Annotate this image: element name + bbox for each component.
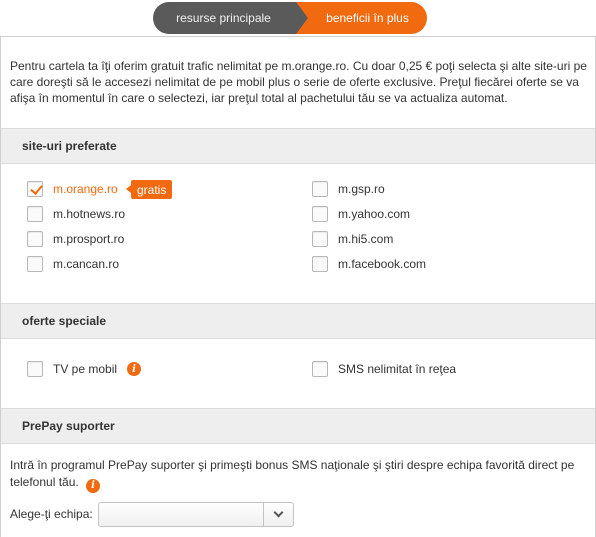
team-select[interactable] [98, 502, 294, 527]
tab-bar: resurse principale beneficii în plus [153, 2, 427, 34]
intro-paragraph: Pentru cartela ta îţi oferim gratuit tra… [10, 59, 587, 105]
checkbox[interactable] [312, 361, 328, 377]
section-preferred-sites-title: site-uri preferate [22, 139, 117, 153]
site-option-orange[interactable]: m.orange.ro [27, 180, 118, 198]
tab-extra-benefits[interactable]: beneficii în plus [296, 2, 427, 34]
offer-option-sms[interactable]: SMS nelimitat în reţea [312, 360, 456, 378]
site-option-prosport[interactable]: m.prosport.ro [27, 230, 124, 248]
site-option-hotnews[interactable]: m.hotnews.ro [27, 205, 125, 223]
checkbox[interactable] [312, 181, 328, 197]
offer-option-tv[interactable]: TV pe mobil i [27, 360, 142, 378]
site-option-facebook[interactable]: m.facebook.com [312, 255, 426, 273]
site-option-cancan[interactable]: m.cancan.ro [27, 255, 119, 273]
site-label: m.prosport.ro [53, 232, 125, 246]
checkbox[interactable] [312, 231, 328, 247]
section-prepay-supporter-title: PrePay suporter [22, 419, 115, 433]
site-label: m.yahoo.com [338, 207, 411, 221]
select-dropdown-button[interactable] [263, 503, 293, 526]
info-icon[interactable]: i [127, 362, 142, 376]
site-option-hi5[interactable]: m.hi5.com [312, 230, 393, 248]
site-label: m.facebook.com [338, 257, 427, 271]
team-select-label: Alege-ţi echipa: [10, 507, 93, 521]
site-option-yahoo[interactable]: m.yahoo.com [312, 205, 410, 223]
site-option-gsp[interactable]: m.gsp.ro [312, 180, 385, 198]
tab-arrow-divider [296, 2, 308, 34]
checkbox[interactable] [27, 361, 43, 377]
site-label: m.orange.ro [53, 182, 118, 196]
free-badge: gratis [125, 180, 173, 199]
site-label: m.hotnews.ro [53, 207, 126, 221]
tab-main-resources-label: resurse principale [176, 11, 271, 25]
checkbox[interactable] [27, 231, 43, 247]
site-label: m.cancan.ro [53, 257, 120, 271]
site-label: m.hi5.com [338, 232, 394, 246]
chevron-down-icon [273, 507, 284, 518]
site-label: m.gsp.ro [338, 182, 385, 196]
tab-extra-benefits-label: beneficii în plus [326, 11, 409, 25]
section-special-offers: oferte speciale [1, 303, 595, 339]
checkbox[interactable] [312, 206, 328, 222]
section-prepay-supporter: PrePay suporter [1, 408, 595, 444]
checkbox-checked[interactable] [27, 181, 43, 197]
checkbox[interactable] [27, 206, 43, 222]
offer-label: TV pe mobil [53, 362, 118, 376]
supporter-description: Intră în programul PrePay suporter şi pr… [10, 457, 590, 493]
tab-main-resources[interactable]: resurse principale [153, 2, 298, 34]
section-special-offers-title: oferte speciale [22, 314, 107, 328]
section-preferred-sites: site-uri preferate [1, 128, 595, 164]
free-badge-label: gratis [137, 182, 167, 197]
info-icon[interactable]: i [86, 478, 101, 493]
checkbox[interactable] [27, 256, 43, 272]
offer-label: SMS nelimitat în reţea [338, 362, 457, 376]
checkbox[interactable] [312, 256, 328, 272]
